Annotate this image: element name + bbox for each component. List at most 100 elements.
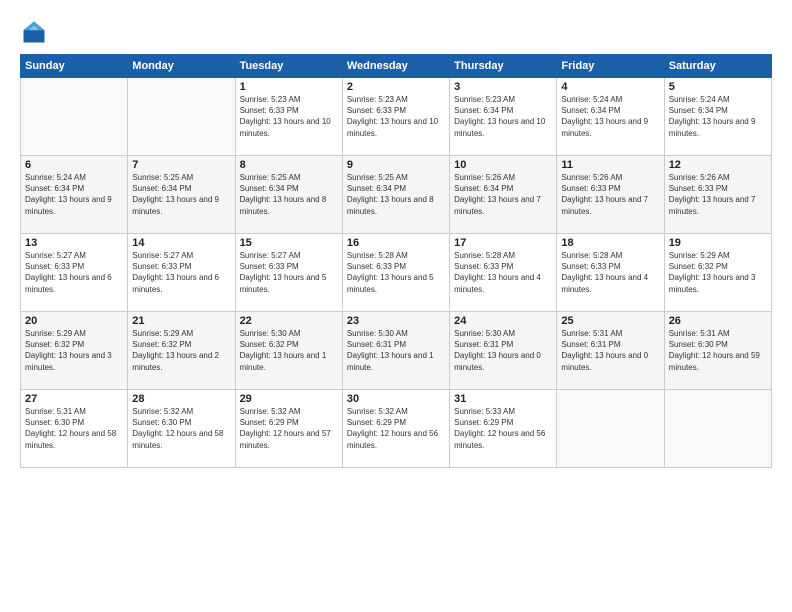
- day-info: Sunrise: 5:24 AM Sunset: 6:34 PM Dayligh…: [561, 94, 659, 139]
- day-number: 22: [240, 315, 338, 327]
- calendar-header: SundayMondayTuesdayWednesdayThursdayFrid…: [21, 55, 772, 78]
- day-number: 30: [347, 393, 445, 405]
- day-info: Sunrise: 5:23 AM Sunset: 6:33 PM Dayligh…: [240, 94, 338, 139]
- day-number: 6: [25, 159, 123, 171]
- day-info: Sunrise: 5:28 AM Sunset: 6:33 PM Dayligh…: [347, 250, 445, 295]
- calendar-cell: 8Sunrise: 5:25 AM Sunset: 6:34 PM Daylig…: [235, 156, 342, 234]
- calendar-cell: 21Sunrise: 5:29 AM Sunset: 6:32 PM Dayli…: [128, 312, 235, 390]
- day-number: 27: [25, 393, 123, 405]
- day-number: 19: [669, 237, 767, 249]
- day-number: 29: [240, 393, 338, 405]
- day-number: 18: [561, 237, 659, 249]
- weekday-header-saturday: Saturday: [664, 55, 771, 78]
- day-info: Sunrise: 5:25 AM Sunset: 6:34 PM Dayligh…: [240, 172, 338, 217]
- page-header: [20, 18, 772, 46]
- calendar-cell: 5Sunrise: 5:24 AM Sunset: 6:34 PM Daylig…: [664, 78, 771, 156]
- week-row-4: 20Sunrise: 5:29 AM Sunset: 6:32 PM Dayli…: [21, 312, 772, 390]
- day-number: 23: [347, 315, 445, 327]
- day-info: Sunrise: 5:24 AM Sunset: 6:34 PM Dayligh…: [25, 172, 123, 217]
- day-info: Sunrise: 5:23 AM Sunset: 6:34 PM Dayligh…: [454, 94, 552, 139]
- calendar-cell: 9Sunrise: 5:25 AM Sunset: 6:34 PM Daylig…: [342, 156, 449, 234]
- day-number: 21: [132, 315, 230, 327]
- day-number: 17: [454, 237, 552, 249]
- weekday-row: SundayMondayTuesdayWednesdayThursdayFrid…: [21, 55, 772, 78]
- day-number: 3: [454, 81, 552, 93]
- day-number: 24: [454, 315, 552, 327]
- calendar-cell: 25Sunrise: 5:31 AM Sunset: 6:31 PM Dayli…: [557, 312, 664, 390]
- day-info: Sunrise: 5:31 AM Sunset: 6:30 PM Dayligh…: [669, 328, 767, 373]
- calendar-cell: 20Sunrise: 5:29 AM Sunset: 6:32 PM Dayli…: [21, 312, 128, 390]
- day-number: 11: [561, 159, 659, 171]
- calendar-cell: 12Sunrise: 5:26 AM Sunset: 6:33 PM Dayli…: [664, 156, 771, 234]
- day-number: 1: [240, 81, 338, 93]
- calendar-cell: 13Sunrise: 5:27 AM Sunset: 6:33 PM Dayli…: [21, 234, 128, 312]
- day-info: Sunrise: 5:23 AM Sunset: 6:33 PM Dayligh…: [347, 94, 445, 139]
- calendar-cell: 26Sunrise: 5:31 AM Sunset: 6:30 PM Dayli…: [664, 312, 771, 390]
- calendar-cell: 23Sunrise: 5:30 AM Sunset: 6:31 PM Dayli…: [342, 312, 449, 390]
- weekday-header-sunday: Sunday: [21, 55, 128, 78]
- calendar-cell: 27Sunrise: 5:31 AM Sunset: 6:30 PM Dayli…: [21, 390, 128, 468]
- calendar-cell: 19Sunrise: 5:29 AM Sunset: 6:32 PM Dayli…: [664, 234, 771, 312]
- calendar-cell: [664, 390, 771, 468]
- day-number: 14: [132, 237, 230, 249]
- day-info: Sunrise: 5:27 AM Sunset: 6:33 PM Dayligh…: [132, 250, 230, 295]
- day-number: 9: [347, 159, 445, 171]
- week-row-3: 13Sunrise: 5:27 AM Sunset: 6:33 PM Dayli…: [21, 234, 772, 312]
- calendar-cell: 30Sunrise: 5:32 AM Sunset: 6:29 PM Dayli…: [342, 390, 449, 468]
- calendar-cell: 17Sunrise: 5:28 AM Sunset: 6:33 PM Dayli…: [450, 234, 557, 312]
- weekday-header-wednesday: Wednesday: [342, 55, 449, 78]
- day-info: Sunrise: 5:25 AM Sunset: 6:34 PM Dayligh…: [132, 172, 230, 217]
- day-number: 5: [669, 81, 767, 93]
- day-info: Sunrise: 5:27 AM Sunset: 6:33 PM Dayligh…: [25, 250, 123, 295]
- day-info: Sunrise: 5:26 AM Sunset: 6:33 PM Dayligh…: [669, 172, 767, 217]
- day-number: 13: [25, 237, 123, 249]
- calendar-cell: 14Sunrise: 5:27 AM Sunset: 6:33 PM Dayli…: [128, 234, 235, 312]
- day-number: 4: [561, 81, 659, 93]
- day-number: 15: [240, 237, 338, 249]
- logo: [20, 18, 52, 46]
- weekday-header-tuesday: Tuesday: [235, 55, 342, 78]
- day-info: Sunrise: 5:24 AM Sunset: 6:34 PM Dayligh…: [669, 94, 767, 139]
- day-info: Sunrise: 5:32 AM Sunset: 6:29 PM Dayligh…: [240, 406, 338, 451]
- day-info: Sunrise: 5:31 AM Sunset: 6:31 PM Dayligh…: [561, 328, 659, 373]
- calendar-cell: 4Sunrise: 5:24 AM Sunset: 6:34 PM Daylig…: [557, 78, 664, 156]
- day-info: Sunrise: 5:29 AM Sunset: 6:32 PM Dayligh…: [669, 250, 767, 295]
- day-info: Sunrise: 5:32 AM Sunset: 6:30 PM Dayligh…: [132, 406, 230, 451]
- day-number: 16: [347, 237, 445, 249]
- week-row-1: 1Sunrise: 5:23 AM Sunset: 6:33 PM Daylig…: [21, 78, 772, 156]
- day-info: Sunrise: 5:27 AM Sunset: 6:33 PM Dayligh…: [240, 250, 338, 295]
- weekday-header-monday: Monday: [128, 55, 235, 78]
- calendar-cell: 28Sunrise: 5:32 AM Sunset: 6:30 PM Dayli…: [128, 390, 235, 468]
- calendar-cell: 22Sunrise: 5:30 AM Sunset: 6:32 PM Dayli…: [235, 312, 342, 390]
- day-info: Sunrise: 5:28 AM Sunset: 6:33 PM Dayligh…: [454, 250, 552, 295]
- day-number: 10: [454, 159, 552, 171]
- day-info: Sunrise: 5:25 AM Sunset: 6:34 PM Dayligh…: [347, 172, 445, 217]
- day-number: 31: [454, 393, 552, 405]
- day-info: Sunrise: 5:31 AM Sunset: 6:30 PM Dayligh…: [25, 406, 123, 451]
- day-info: Sunrise: 5:26 AM Sunset: 6:33 PM Dayligh…: [561, 172, 659, 217]
- day-number: 12: [669, 159, 767, 171]
- logo-icon: [20, 18, 48, 46]
- calendar-cell: 6Sunrise: 5:24 AM Sunset: 6:34 PM Daylig…: [21, 156, 128, 234]
- day-info: Sunrise: 5:33 AM Sunset: 6:29 PM Dayligh…: [454, 406, 552, 451]
- calendar-cell: 11Sunrise: 5:26 AM Sunset: 6:33 PM Dayli…: [557, 156, 664, 234]
- calendar: SundayMondayTuesdayWednesdayThursdayFrid…: [20, 54, 772, 468]
- day-info: Sunrise: 5:30 AM Sunset: 6:31 PM Dayligh…: [347, 328, 445, 373]
- calendar-cell: [128, 78, 235, 156]
- calendar-cell: [21, 78, 128, 156]
- calendar-body: 1Sunrise: 5:23 AM Sunset: 6:33 PM Daylig…: [21, 78, 772, 468]
- day-info: Sunrise: 5:32 AM Sunset: 6:29 PM Dayligh…: [347, 406, 445, 451]
- day-number: 28: [132, 393, 230, 405]
- calendar-cell: 16Sunrise: 5:28 AM Sunset: 6:33 PM Dayli…: [342, 234, 449, 312]
- calendar-cell: 10Sunrise: 5:26 AM Sunset: 6:34 PM Dayli…: [450, 156, 557, 234]
- day-number: 7: [132, 159, 230, 171]
- day-info: Sunrise: 5:30 AM Sunset: 6:31 PM Dayligh…: [454, 328, 552, 373]
- day-number: 2: [347, 81, 445, 93]
- day-info: Sunrise: 5:30 AM Sunset: 6:32 PM Dayligh…: [240, 328, 338, 373]
- calendar-cell: 31Sunrise: 5:33 AM Sunset: 6:29 PM Dayli…: [450, 390, 557, 468]
- day-info: Sunrise: 5:29 AM Sunset: 6:32 PM Dayligh…: [25, 328, 123, 373]
- weekday-header-thursday: Thursday: [450, 55, 557, 78]
- calendar-cell: 7Sunrise: 5:25 AM Sunset: 6:34 PM Daylig…: [128, 156, 235, 234]
- calendar-cell: 2Sunrise: 5:23 AM Sunset: 6:33 PM Daylig…: [342, 78, 449, 156]
- calendar-cell: 15Sunrise: 5:27 AM Sunset: 6:33 PM Dayli…: [235, 234, 342, 312]
